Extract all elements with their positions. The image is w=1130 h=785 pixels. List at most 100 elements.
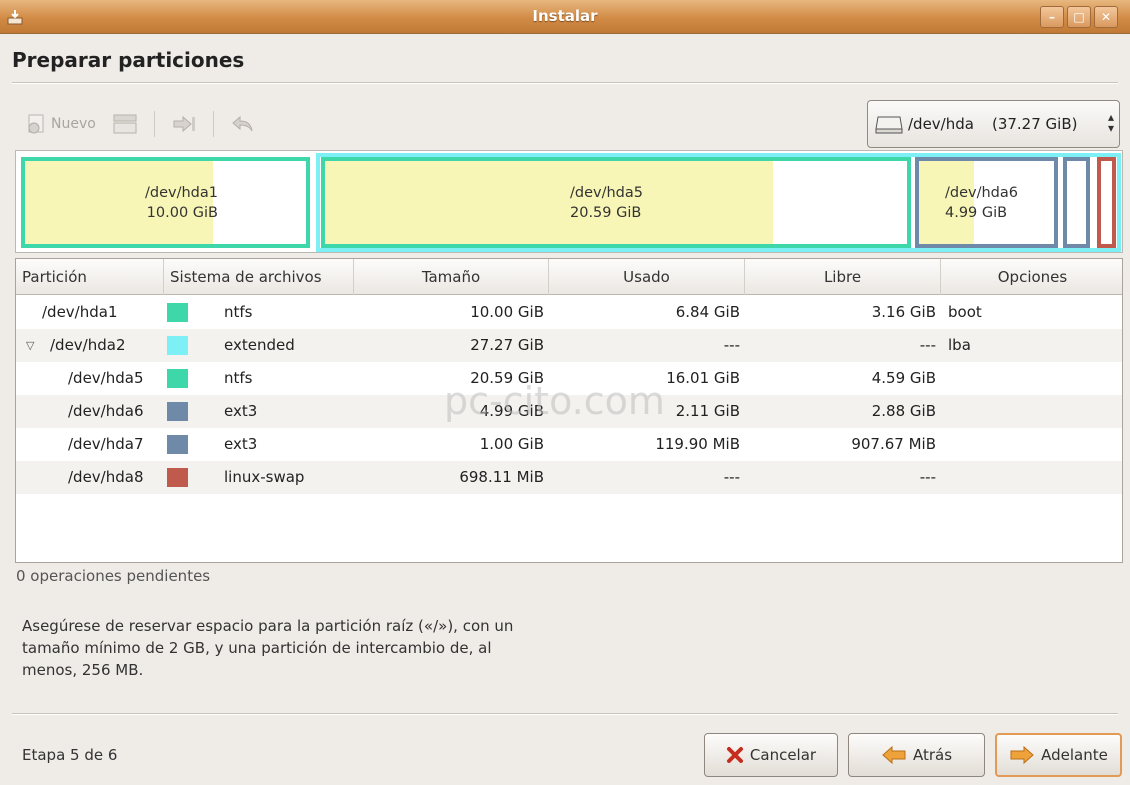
filesystem-cell: extended [224, 336, 295, 354]
partition-segment-hda6[interactable]: /dev/hda6 4.99 GiB [915, 157, 1058, 248]
filesystem-color-swatch [167, 303, 188, 322]
partition-map: /dev/hda1 10.00 GiB /dev/hda5 20.59 GiB … [15, 150, 1123, 253]
options-cell: boot [948, 303, 982, 321]
free-cell: 907.67 MiB [851, 435, 936, 453]
used-cell: 2.11 GiB [675, 402, 740, 420]
free-cell: --- [919, 468, 936, 486]
used-cell: --- [723, 468, 740, 486]
partition-cell: /dev/hda6 [68, 402, 144, 420]
filesystem-cell: linux-swap [224, 468, 305, 486]
disk-size: (37.27 GiB) [991, 115, 1078, 133]
size-cell: 1.00 GiB [479, 435, 544, 453]
table-row[interactable]: ▽ /dev/hda2 extended 27.27 GiB --- --- l… [16, 329, 1122, 362]
delete-partition-icon [173, 115, 195, 133]
delete-partition-button[interactable] [167, 108, 201, 140]
filesystem-cell: ext3 [224, 435, 258, 453]
filesystem-color-swatch [167, 435, 188, 454]
divider [12, 713, 1118, 715]
partition-table: Partición Sistema de archivos Tamaño Usa… [15, 258, 1123, 563]
size-cell: 4.99 GiB [479, 402, 544, 420]
partition-cell: /dev/hda1 [42, 303, 118, 321]
step-indicator: Etapa 5 de 6 [22, 746, 118, 764]
arrow-right-icon [1010, 745, 1034, 765]
filesystem-cell: ntfs [224, 369, 253, 387]
table-row[interactable]: /dev/hda1 ntfs 10.00 GiB 6.84 GiB 3.16 G… [16, 296, 1122, 329]
new-partition-label: Nuevo [51, 116, 96, 132]
table-header: Partición Sistema de archivos Tamaño Usa… [16, 259, 1122, 295]
undo-icon [232, 115, 253, 132]
minimize-icon[interactable]: – [1040, 6, 1064, 28]
partition-cell: /dev/hda8 [68, 468, 144, 486]
partition-segment-hda5[interactable]: /dev/hda5 20.59 GiB [321, 157, 911, 248]
edit-partition-icon [113, 114, 137, 134]
free-cell: 4.59 GiB [871, 369, 936, 387]
used-cell: 16.01 GiB [666, 369, 740, 387]
free-cell: 2.88 GiB [871, 402, 936, 420]
close-icon[interactable]: ✕ [1094, 6, 1118, 28]
page-title: Preparar particiones [12, 48, 245, 72]
next-button[interactable]: Adelante [995, 733, 1122, 777]
filesystem-color-swatch [167, 336, 188, 355]
chevron-up-down-icon: ▴ ▾ [1107, 110, 1114, 135]
new-partition-icon [28, 114, 44, 134]
expander-triangle-icon[interactable]: ▽ [26, 329, 34, 362]
undo-button[interactable] [226, 108, 260, 140]
size-cell: 27.27 GiB [470, 336, 544, 354]
toolbar-separator [153, 111, 155, 137]
column-header-partition[interactable]: Partición [16, 259, 164, 295]
divider [12, 82, 1118, 84]
used-cell: 6.84 GiB [675, 303, 740, 321]
toolbar-separator [212, 111, 214, 137]
free-cell: --- [919, 336, 936, 354]
edit-partition-button[interactable] [108, 108, 142, 140]
partition-segment-hda7[interactable] [1063, 157, 1090, 248]
partition-cell: /dev/hda7 [68, 435, 144, 453]
cancel-button[interactable]: Cancelar [704, 733, 838, 777]
hard-disk-icon [875, 116, 903, 134]
maximize-icon[interactable]: □ [1067, 6, 1091, 28]
partition-toolbar: Nuevo [22, 104, 260, 144]
partition-segment-hda1[interactable]: /dev/hda1 10.00 GiB [21, 157, 310, 248]
next-label: Adelante [1041, 746, 1108, 764]
used-cell: --- [723, 336, 740, 354]
filesystem-color-swatch [167, 369, 188, 388]
size-cell: 10.00 GiB [470, 303, 544, 321]
table-row[interactable]: /dev/hda8 linux-swap 698.11 MiB --- --- [16, 461, 1122, 494]
new-partition-button[interactable]: Nuevo [22, 108, 100, 140]
filesystem-cell: ntfs [224, 303, 253, 321]
table-row[interactable]: /dev/hda5 ntfs 20.59 GiB 16.01 GiB 4.59 … [16, 362, 1122, 395]
size-cell: 698.11 MiB [459, 468, 544, 486]
filesystem-color-swatch [167, 468, 188, 487]
disk-selector[interactable]: /dev/hda (37.27 GiB) ▴ ▾ [867, 100, 1120, 148]
table-row[interactable]: /dev/hda6 ext3 4.99 GiB 2.11 GiB 2.88 Gi… [16, 395, 1122, 428]
filesystem-color-swatch [167, 402, 188, 421]
segment-size: 4.99 GiB [945, 205, 1008, 221]
title-bar[interactable]: Instalar – □ ✕ [0, 0, 1130, 34]
arrow-left-icon [882, 745, 906, 765]
installer-window: Instalar – □ ✕ Preparar particiones Nuev… [0, 0, 1130, 785]
segment-name: /dev/hda5 [570, 185, 643, 201]
size-cell: 20.59 GiB [470, 369, 544, 387]
column-header-size[interactable]: Tamaño [354, 259, 549, 295]
partition-segment-hda8[interactable] [1097, 157, 1116, 248]
segment-name: /dev/hda6 [945, 185, 1018, 201]
partition-cell: /dev/hda5 [68, 369, 144, 387]
column-header-options[interactable]: Opciones [941, 259, 1122, 295]
free-cell: 3.16 GiB [871, 303, 936, 321]
column-header-used[interactable]: Usado [549, 259, 745, 295]
cancel-label: Cancelar [749, 746, 817, 764]
table-row[interactable]: /dev/hda7 ext3 1.00 GiB 119.90 MiB 907.6… [16, 428, 1122, 461]
filesystem-cell: ext3 [224, 402, 258, 420]
back-button[interactable]: Atrás [848, 733, 985, 777]
segment-size: 20.59 GiB [570, 205, 642, 221]
column-header-free[interactable]: Libre [745, 259, 941, 295]
options-cell: lba [948, 336, 971, 354]
disk-name: /dev/hda [908, 115, 974, 133]
column-header-filesystem[interactable]: Sistema de archivos [164, 259, 354, 295]
cancel-x-icon [726, 747, 743, 763]
pending-operations-status: 0 operaciones pendientes [16, 567, 211, 585]
used-cell: 119.90 MiB [655, 435, 740, 453]
back-label: Atrás [912, 746, 953, 764]
partition-cell: /dev/hda2 [50, 336, 126, 354]
window-title: Instalar [532, 7, 598, 25]
